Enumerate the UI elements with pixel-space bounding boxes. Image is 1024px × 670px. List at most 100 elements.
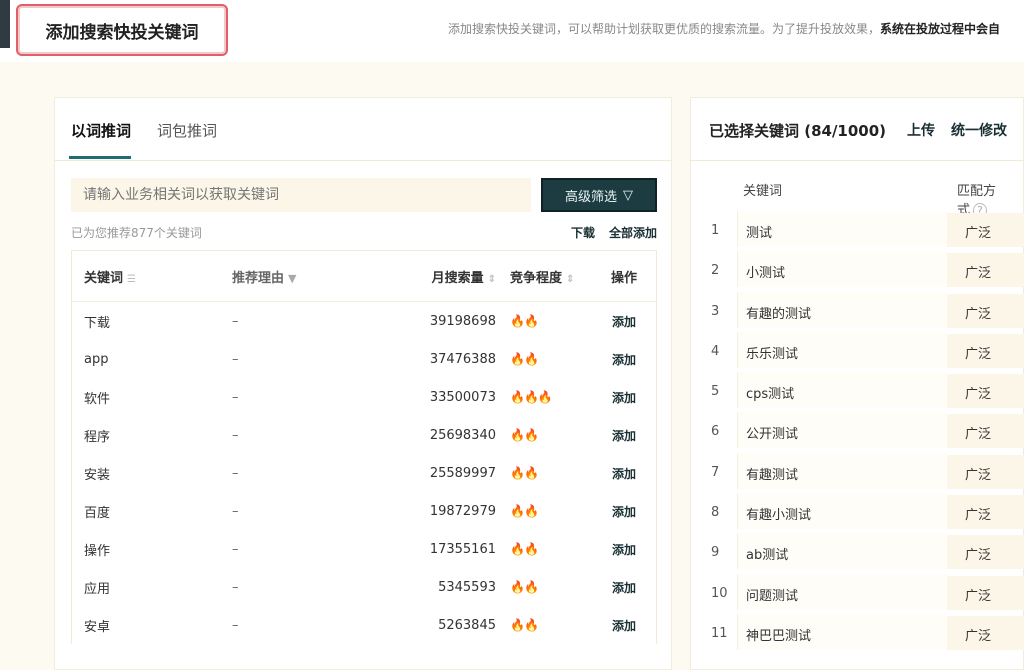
advanced-filter-label: 高级筛选 [564, 189, 617, 205]
add-keyword-button[interactable]: 添加 [612, 429, 636, 443]
selected-index: 11 [711, 625, 728, 641]
selected-table-body: 1 测试 广泛 2 小测试 广泛 3 有趣的测试 广泛 4 乐乐测试 广泛 5 cps测试 广泛 6 公开测试广… [691, 211, 1024, 654]
row-action: 添加 [592, 617, 656, 634]
table-row: 程序 – 25698340 🔥🔥 添加 [72, 416, 656, 454]
match-type-select[interactable]: 广泛 [947, 293, 1024, 328]
add-keyword-button[interactable]: 添加 [612, 505, 636, 519]
col-competition[interactable]: 竞争程度 ⇕ [496, 267, 592, 286]
batch-edit-link[interactable]: 统一修改 [951, 120, 1007, 140]
keyword-search-input[interactable] [71, 178, 531, 212]
selected-index: 4 [711, 343, 720, 359]
tab-word-to-word[interactable]: 以词推词 [71, 120, 131, 141]
row-action: 添加 [592, 503, 656, 520]
selected-keyword: 问题测试 [737, 573, 947, 610]
table-row: 下载 – 39198698 🔥🔥 添加 [72, 302, 656, 340]
row-action: 添加 [592, 541, 656, 558]
flame-icon: 🔥🔥 [510, 579, 539, 594]
add-keyword-button[interactable]: 添加 [612, 353, 636, 367]
flame-icon: 🔥🔥 [510, 351, 539, 366]
selected-keywords-panel: 已选择关键词 (84/1000) 上传 统一修改 关键词 匹配方式? 1 测试 广泛… [690, 97, 1024, 670]
row-keyword: 下载 [84, 315, 111, 331]
match-type-select[interactable]: 广泛 [947, 333, 1024, 368]
tabs-divider [55, 160, 671, 161]
selected-col-keyword: 关键词 [743, 184, 783, 199]
row-volume: 39198698 [429, 313, 496, 329]
add-keyword-button[interactable]: 添加 [612, 467, 636, 481]
match-type-select[interactable]: 广泛 [947, 454, 1024, 489]
match-type-select[interactable]: 广泛 [947, 535, 1024, 570]
page-title: 添加搜索快投关键词 [16, 4, 228, 56]
row-action: 添加 [592, 579, 656, 596]
add-keyword-button[interactable]: 添加 [612, 315, 636, 329]
sort-arrows-icon[interactable]: ⇕ [566, 274, 574, 285]
row-action: 添加 [592, 465, 656, 482]
row-keyword: 安卓 [84, 619, 111, 635]
row-keyword: 百度 [84, 505, 111, 521]
match-type-select[interactable]: 广泛 [947, 213, 1024, 247]
sort-lines-icon[interactable]: ☰ [127, 274, 136, 285]
add-keyword-button[interactable]: 添加 [612, 543, 636, 557]
row-keyword: 程序 [84, 429, 111, 445]
row-competition: 🔥🔥 [496, 542, 592, 557]
selected-keyword: 小测试 [737, 251, 947, 288]
download-link[interactable]: 下载 [571, 224, 595, 241]
add-keyword-button[interactable]: 添加 [612, 391, 636, 405]
match-type-select[interactable]: 广泛 [947, 615, 1024, 650]
row-reason: – [232, 541, 239, 557]
upload-link[interactable]: 上传 [907, 120, 935, 140]
selected-row: 10 问题测试 广泛 [691, 573, 1024, 614]
match-type-select[interactable]: 广泛 [947, 253, 1024, 288]
recommend-tabs: 以词推词 词包推词 [71, 120, 217, 141]
row-reason: – [232, 389, 239, 405]
funnel-icon[interactable]: ▼ [288, 272, 296, 285]
page-description: 添加搜索快投关键词，可以帮助计划获取更优质的搜索流量。为了提升投放效果，系统在投… [448, 22, 1001, 36]
col-reason[interactable]: 推荐理由 ▼ [232, 267, 382, 286]
advanced-filter-button[interactable]: 高级筛选 ▽ [541, 178, 657, 212]
selected-keyword: 有趣小测试 [737, 493, 947, 530]
add-keyword-button[interactable]: 添加 [612, 581, 636, 595]
row-competition: 🔥🔥 [496, 428, 592, 443]
selected-index: 9 [711, 545, 720, 561]
keyword-table: 关键词 ☰ 推荐理由 ▼ 月搜索量 ⇕ 竞争程度 ⇕ 操作 下载 – 39198698 🔥🔥 添… [71, 250, 657, 644]
selected-index: 10 [711, 585, 728, 601]
table-body: 下载 –39198698 🔥🔥 添加 app –37476388 🔥🔥 添加 软件 –335000… [72, 302, 656, 644]
col-keyword[interactable]: 关键词 ☰ [72, 267, 232, 286]
bulk-actions: 下载 全部添加 [571, 224, 657, 241]
row-competition: 🔥🔥 [496, 580, 592, 595]
row-competition: 🔥🔥 [496, 314, 592, 329]
selected-index: 2 [711, 263, 720, 279]
table-row: 操作 – 17355161 🔥🔥 添加 [72, 530, 656, 568]
match-type-select[interactable]: 广泛 [947, 575, 1024, 610]
row-keyword: app [84, 351, 109, 367]
flame-icon: 🔥🔥 [510, 541, 539, 556]
row-keyword: 应用 [84, 581, 111, 597]
row-volume: 37476388 [429, 351, 496, 367]
selected-keyword: 有趣的测试 [737, 291, 947, 328]
row-reason: – [232, 465, 239, 481]
sort-arrows-icon[interactable]: ⇕ [488, 274, 496, 285]
selected-keyword: 公开测试 [737, 412, 947, 449]
selected-divider [691, 160, 1023, 161]
flame-icon: 🔥🔥🔥 [510, 389, 553, 404]
row-reason: – [232, 427, 239, 443]
row-reason: – [232, 617, 239, 633]
add-all-link[interactable]: 全部添加 [609, 224, 657, 241]
row-action: 添加 [592, 313, 656, 330]
tab-word-package[interactable]: 词包推词 [157, 120, 217, 141]
selected-row: 9 ab测试 广泛 [691, 533, 1024, 573]
row-volume: 25589997 [429, 465, 496, 481]
match-type-select[interactable]: 广泛 [947, 374, 1024, 409]
col-volume[interactable]: 月搜索量 ⇕ [382, 267, 496, 286]
selected-index: 1 [711, 223, 720, 238]
selected-index: 5 [711, 384, 720, 400]
flame-icon: 🔥🔥 [510, 503, 539, 518]
table-row: 安装 – 25589997 🔥🔥 添加 [72, 454, 656, 492]
table-row: 应用 – 5345593 🔥🔥 添加 [72, 568, 656, 606]
selected-row: 5 cps测试 广泛 [691, 372, 1024, 412]
add-keyword-button[interactable]: 添加 [612, 619, 636, 633]
match-type-select[interactable]: 广泛 [947, 414, 1024, 449]
selected-row: 3 有趣的测试 广泛 [691, 291, 1024, 332]
match-type-select[interactable]: 广泛 [947, 495, 1024, 530]
row-reason: – [232, 351, 239, 367]
table-row: app – 37476388 🔥🔥 添加 [72, 340, 656, 378]
